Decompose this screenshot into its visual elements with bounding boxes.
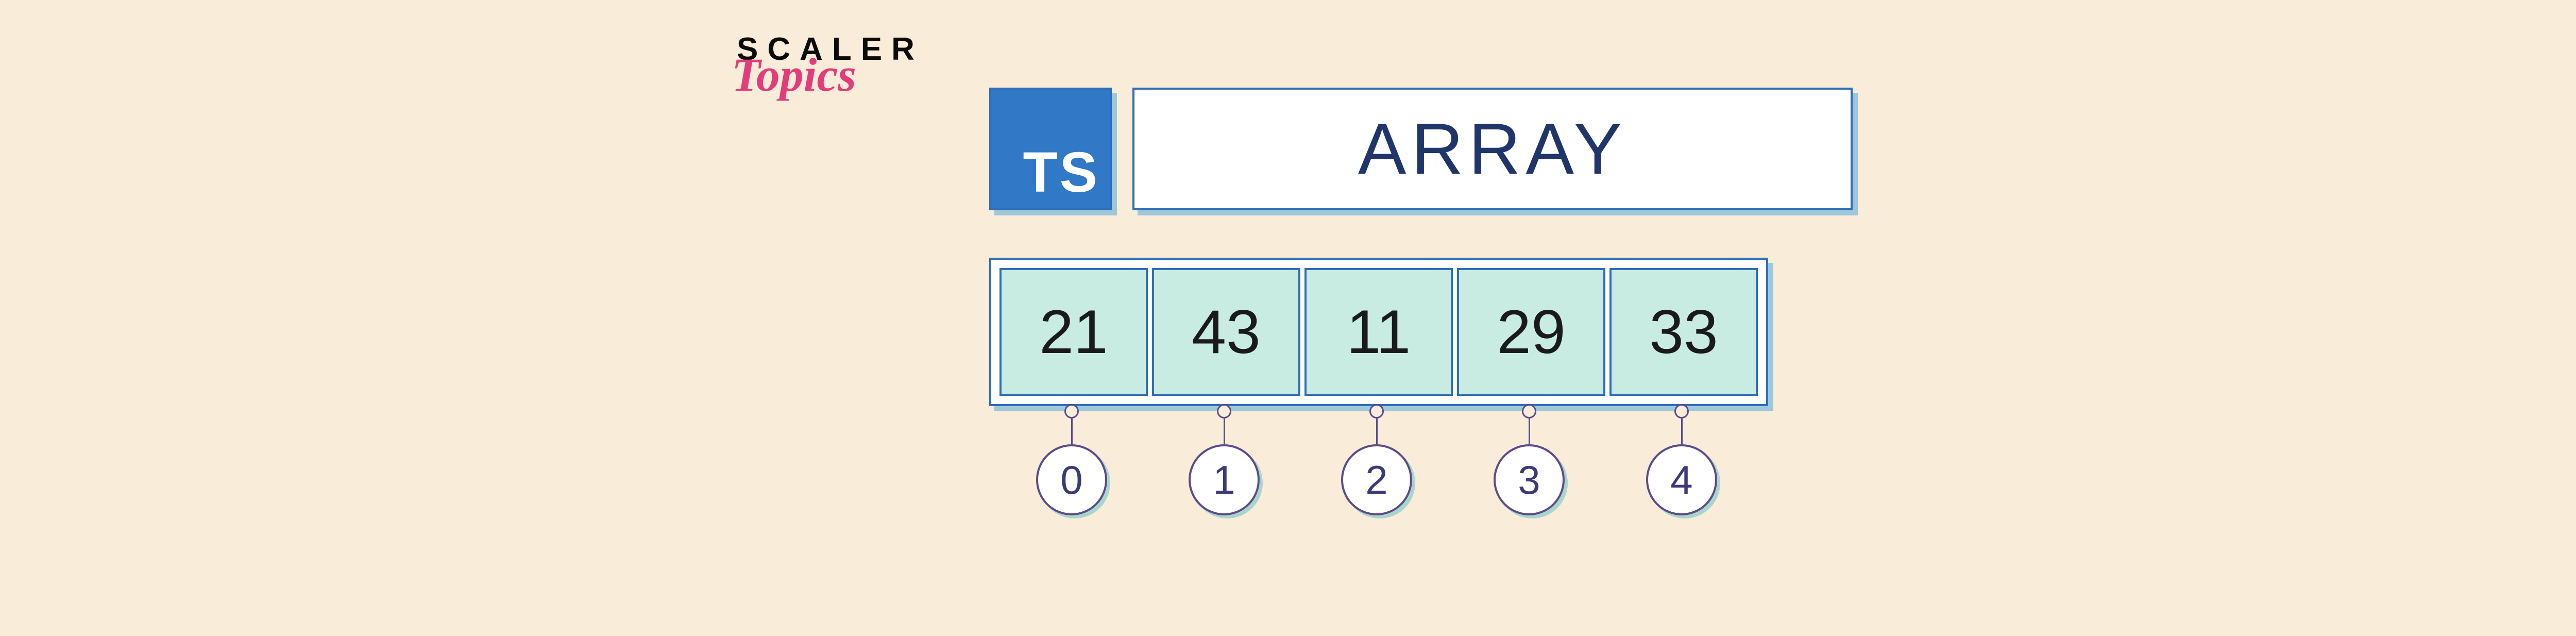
array-cell: 43	[1152, 268, 1300, 396]
array-cell-value: 29	[1497, 296, 1565, 367]
header-row: TS ARRAY	[989, 88, 1853, 210]
array-index: 0	[997, 406, 1146, 515]
array-title-text: ARRAY	[1358, 107, 1627, 191]
index-circle: 3	[1494, 444, 1565, 515]
index-circle: 1	[1189, 444, 1260, 515]
connector-line	[1529, 419, 1530, 444]
connector-line	[1681, 419, 1683, 444]
connector-line	[1071, 419, 1073, 444]
array-cell-value: 43	[1192, 296, 1260, 367]
array-cells-row: 21 43 11 29 33	[989, 258, 1768, 406]
array-index: 3	[1455, 406, 1603, 515]
index-value: 1	[1213, 457, 1235, 504]
connector-tip-icon	[1064, 404, 1079, 419]
array-index: 4	[1607, 406, 1756, 515]
array-title-box: ARRAY	[1132, 88, 1853, 210]
index-value: 4	[1670, 457, 1692, 504]
array-cell-value: 21	[1039, 296, 1108, 367]
array-index: 1	[1150, 406, 1298, 515]
array-index: 2	[1302, 406, 1451, 515]
typescript-badge-text: TS	[1023, 137, 1110, 208]
index-value: 3	[1518, 457, 1540, 504]
index-value: 0	[1060, 457, 1082, 504]
array-cell-value: 11	[1347, 296, 1411, 367]
array-cell: 11	[1304, 268, 1453, 396]
connector-line	[1376, 419, 1378, 444]
scaler-topics-logo: SCALER Topics	[737, 31, 927, 94]
array-cell: 21	[999, 268, 1148, 396]
index-value: 2	[1365, 457, 1387, 504]
array-cell-value: 33	[1649, 296, 1718, 367]
connector-line	[1224, 419, 1225, 444]
index-circle: 2	[1341, 444, 1412, 515]
connector-tip-icon	[1674, 404, 1689, 419]
connector-tip-icon	[1522, 404, 1536, 419]
array-cell: 29	[1457, 268, 1605, 396]
typescript-badge: TS	[989, 88, 1112, 210]
diagram-canvas: SCALER Topics TS ARRAY 21 43 11 29 33 0	[0, 0, 2576, 636]
array-indices-row: 0 1 2 3 4	[989, 406, 1768, 515]
array-visual: 21 43 11 29 33 0 1 2	[989, 258, 1768, 515]
array-cell: 33	[1609, 268, 1758, 396]
connector-tip-icon	[1217, 404, 1231, 419]
index-circle: 0	[1036, 444, 1107, 515]
connector-tip-icon	[1369, 404, 1384, 419]
index-circle: 4	[1646, 444, 1717, 515]
